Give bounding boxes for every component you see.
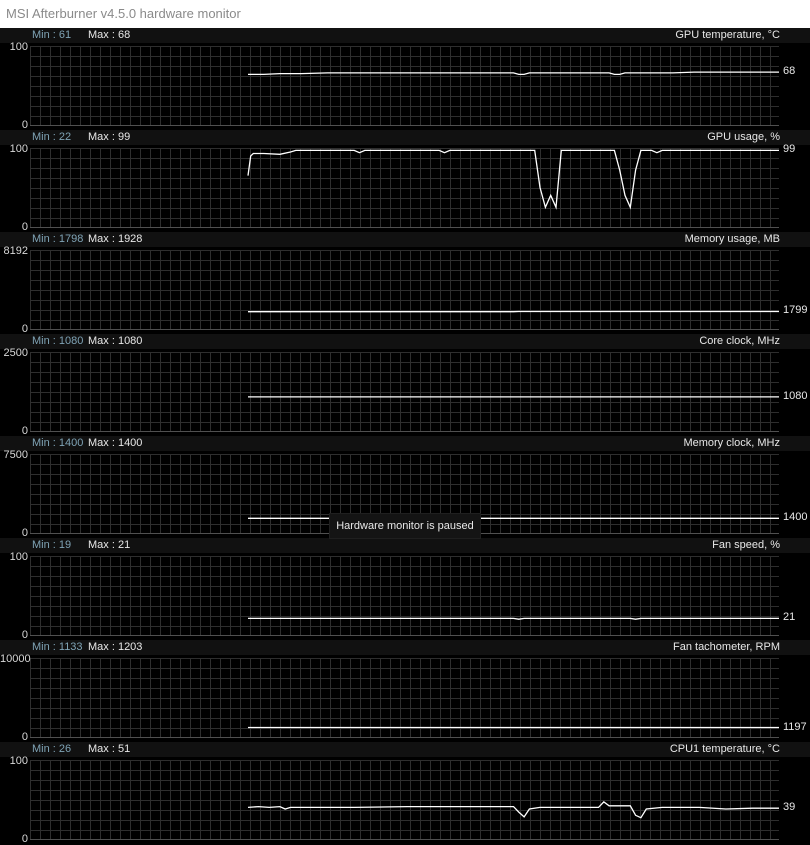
graph-current-value: 1799 bbox=[783, 304, 807, 316]
graph-max-label: Max : 1203 bbox=[88, 640, 142, 655]
graph-title: CPU1 temperature, °C bbox=[670, 742, 780, 757]
graph-min-label: Min : 1798 bbox=[32, 232, 83, 247]
graph-y-min-label: 0 bbox=[0, 833, 28, 845]
graph-max-label: Max : 1080 bbox=[88, 334, 142, 349]
graph-min-label: Min : 1133 bbox=[32, 640, 83, 655]
graph-panel-fan-speed[interactable]: Min : 19Max : 21Fan speed, %100021 bbox=[0, 538, 810, 640]
graph-panel-fan-tachometer[interactable]: Min : 1133 Max : 1203 Fan tachometer, RPM 1… bbox=[0, 640, 810, 742]
graph-title: Core clock, MHz bbox=[699, 334, 780, 349]
graph-current-value: 39 bbox=[783, 801, 795, 813]
graph-min-label: Min : 1400 bbox=[32, 436, 83, 451]
graph-max-label: Max : 51 bbox=[88, 742, 130, 757]
graph-current-value: 1080 bbox=[783, 390, 807, 402]
graph-title: Memory usage, MB bbox=[685, 232, 780, 247]
graph-plot bbox=[0, 28, 810, 130]
graph-max-label: Max : 1928 bbox=[88, 232, 142, 247]
graph-current-value: 68 bbox=[783, 65, 795, 77]
graph-max-label: Max : 21 bbox=[88, 538, 130, 553]
graph-header: Min : 1798 Max : 1928 Memory usage, MB bbox=[0, 232, 810, 247]
graph-plot bbox=[0, 640, 810, 742]
window-title: MSI Afterburner v4.5.0 hardware monitor bbox=[0, 0, 810, 28]
graph-min-label: Min : 1080 bbox=[32, 334, 83, 349]
graph-current-value: 1197 bbox=[783, 721, 807, 733]
hardware-monitor-graphs[interactable]: Min : 61Max : 68GPU temperature, °C10006… bbox=[0, 28, 810, 840]
paused-tooltip: Hardware monitor is paused bbox=[329, 513, 481, 539]
graph-header: Min : 26 Max : 51 CPU1 temperature, °C bbox=[0, 742, 810, 757]
graph-current-value: 1400 bbox=[783, 511, 807, 523]
graph-panel-memory-usage[interactable]: Min : 1798 Max : 1928 Memory usage, MB 8192… bbox=[0, 232, 810, 334]
graph-grid bbox=[30, 556, 779, 636]
graph-plot bbox=[0, 130, 810, 232]
graph-header: Min : 22 Max : 99 GPU usage, % bbox=[0, 130, 810, 145]
graph-grid bbox=[30, 760, 779, 840]
graph-max-label: Max : 99 bbox=[88, 130, 130, 145]
graph-series-line bbox=[248, 618, 779, 619]
graph-y-max-label: 100 bbox=[0, 755, 28, 767]
graph-y-max-label: 7500 bbox=[0, 449, 28, 461]
graph-plot bbox=[0, 232, 810, 334]
graph-title: Memory clock, MHz bbox=[683, 436, 780, 451]
graph-plot bbox=[0, 334, 810, 436]
graph-series-line bbox=[248, 72, 779, 74]
graph-title: Fan tachometer, RPM bbox=[673, 640, 780, 655]
graph-header: Min : 61 Max : 68 GPU temperature, °C bbox=[0, 28, 810, 43]
graph-grid bbox=[30, 250, 779, 330]
graph-series-line bbox=[248, 802, 779, 818]
graph-grid bbox=[30, 658, 779, 738]
graph-min-label: Min : 61 bbox=[32, 28, 71, 43]
graph-header: Min : 19 Max : 21 Fan speed, % bbox=[0, 538, 810, 553]
graph-y-max-label: 2500 bbox=[0, 347, 28, 359]
graph-y-max-label: 100 bbox=[0, 551, 28, 563]
graph-y-max-label: 8192 bbox=[0, 245, 28, 257]
graph-min-label: Min : 19 bbox=[32, 538, 71, 553]
graph-header: Min : 1133 Max : 1203 Fan tachometer, RPM bbox=[0, 640, 810, 655]
graph-title: GPU usage, % bbox=[707, 130, 780, 145]
graph-y-max-label: 10000 bbox=[0, 653, 28, 665]
graph-panel-gpu-temperature[interactable]: Min : 61Max : 68GPU temperature, °C10006… bbox=[0, 28, 810, 130]
graph-y-max-label: 100 bbox=[0, 143, 28, 155]
graph-min-label: Min : 22 bbox=[32, 130, 71, 145]
graph-grid bbox=[30, 148, 779, 228]
graph-header: Min : 1400 Max : 1400 Memory clock, MHz bbox=[0, 436, 810, 451]
graph-header: Min : 1080 Max : 1080 Core clock, MHz bbox=[0, 334, 810, 349]
graph-panel-cpu1-temperature[interactable]: Min : 26 Max : 51 CPU1 temperature, °C 100 0… bbox=[0, 742, 810, 844]
graph-grid bbox=[30, 46, 779, 126]
graph-plot bbox=[0, 742, 810, 844]
graph-y-max-label: 100 bbox=[0, 41, 28, 53]
graph-max-label: Max : 1400 bbox=[88, 436, 142, 451]
graph-max-label: Max : 68 bbox=[88, 28, 130, 43]
graph-grid bbox=[30, 352, 779, 432]
graph-min-label: Min : 26 bbox=[32, 742, 71, 757]
graph-title: GPU temperature, °C bbox=[675, 28, 780, 43]
graph-plot bbox=[0, 538, 810, 640]
graph-current-value: 21 bbox=[783, 611, 795, 623]
graph-panel-core-clock[interactable]: Min : 1080Max : 1080Core clock, MHz25000… bbox=[0, 334, 810, 436]
graph-panel-gpu-usage[interactable]: Min : 22Max : 99GPU usage, %100099 bbox=[0, 130, 810, 232]
graph-current-value: 99 bbox=[783, 143, 795, 155]
graph-title: Fan speed, % bbox=[712, 538, 780, 553]
